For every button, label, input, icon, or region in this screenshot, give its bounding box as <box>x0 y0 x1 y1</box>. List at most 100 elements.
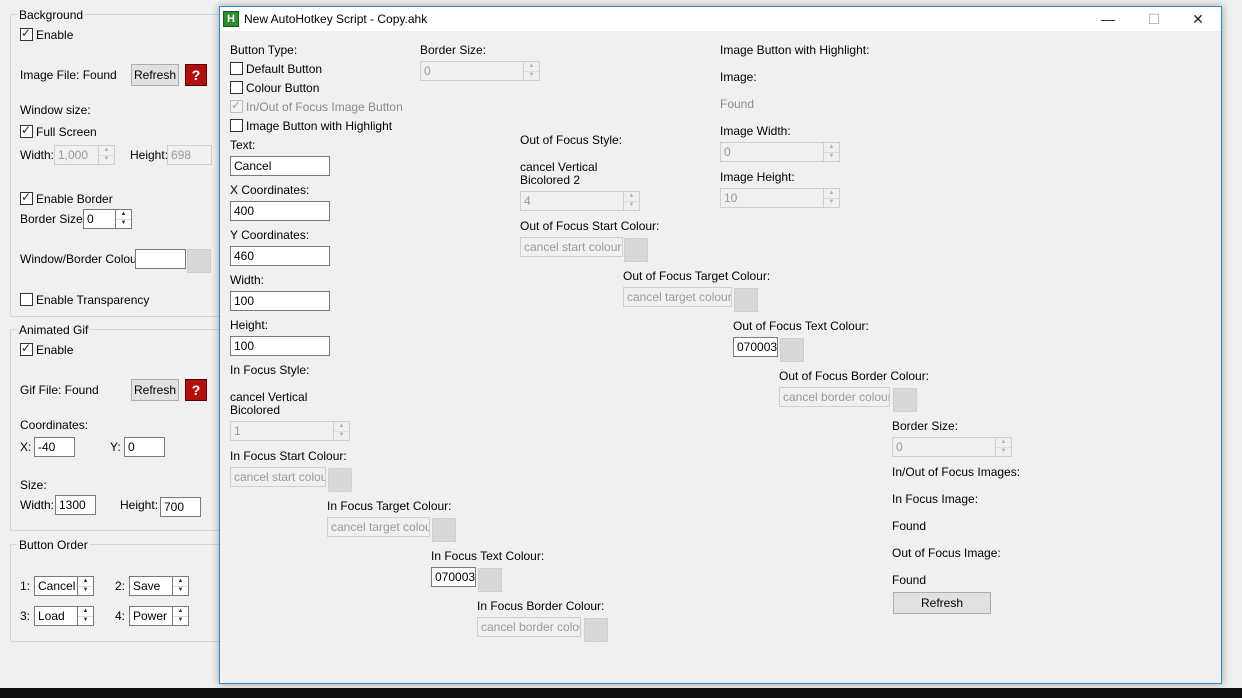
default-button-label: Default Button <box>246 62 323 76</box>
order-3-input[interactable]: Load <box>34 606 79 626</box>
gif-y-input[interactable]: 0 <box>124 437 165 457</box>
gif-width-input[interactable]: 1300 <box>55 495 96 515</box>
bg-border-size-label: Border Size: <box>20 212 87 226</box>
out-focus-style-label: Out of Focus Style: <box>520 133 623 147</box>
bg-width-label: Width: <box>20 148 55 162</box>
out-focus-start-colour-swatch[interactable] <box>624 238 648 262</box>
in-focus-style-spinner[interactable]: ▲ ▼ <box>333 421 350 441</box>
in-focus-start-colour-input[interactable]: cancel start colour <box>230 467 326 487</box>
bg-width-spinner[interactable]: ▲ ▼ <box>98 145 115 165</box>
inout-images-label: In/Out of Focus Images: <box>892 465 1021 479</box>
order-1-input[interactable]: Cancel <box>34 576 79 596</box>
bg-border-size-input[interactable]: 0 <box>83 209 116 229</box>
script-window: H New AutoHotkey Script - Copy.ahk — ☐ ✕… <box>219 6 1222 684</box>
out-focus-text-colour-swatch[interactable] <box>780 338 804 362</box>
order-2-spinner[interactable]: ▲ ▼ <box>172 576 189 596</box>
inout-image-button-checkbox[interactable] <box>230 98 243 113</box>
gif-coordinates-label: Coordinates: <box>20 418 89 432</box>
out-focus-target-colour-input[interactable]: cancel target colour2 <box>623 287 732 307</box>
ibh-title: Image Button with Highlight: <box>720 43 870 57</box>
border-size-input[interactable]: 0 <box>420 61 524 81</box>
inout-image-button-label: In/Out of Focus Image Button <box>246 100 403 114</box>
in-focus-style-value-1: cancel Vertical <box>230 390 308 404</box>
bg-border-size-spinner[interactable]: ▲ ▼ <box>115 209 132 229</box>
out-focus-style-spinner[interactable]: ▲ ▼ <box>623 191 640 211</box>
default-button-checkbox[interactable] <box>230 62 243 75</box>
in-focus-text-colour-label: In Focus Text Colour: <box>431 549 545 563</box>
enable-transparency-label: Enable Transparency <box>36 293 150 307</box>
y-coordinates-input[interactable]: 460 <box>230 246 330 266</box>
text-input[interactable]: Cancel <box>230 156 330 176</box>
bg-refresh-button[interactable]: Refresh <box>131 64 179 86</box>
order-1-spinner[interactable]: ▲ ▼ <box>77 576 94 596</box>
window-size-label: Window size: <box>20 103 91 117</box>
window-border-colour-swatch[interactable] <box>187 249 211 273</box>
enable-border-label: Enable Border <box>36 192 113 206</box>
in-focus-style-input[interactable]: 1 <box>230 421 334 441</box>
out-focus-style-input[interactable]: 4 <box>520 191 624 211</box>
x-coordinates-input[interactable]: 400 <box>230 201 330 221</box>
enable-border-checkbox[interactable] <box>20 190 33 205</box>
in-focus-text-colour-swatch[interactable] <box>478 568 502 592</box>
image-width-spinner[interactable]: ▲ ▼ <box>823 142 840 162</box>
gif-enable-checkbox[interactable] <box>20 341 33 356</box>
border-size-spinner[interactable]: ▲ ▼ <box>523 61 540 81</box>
image-height-spinner[interactable]: ▲ ▼ <box>823 188 840 208</box>
gif-help-icon[interactable]: ? <box>185 379 207 401</box>
enable-transparency-checkbox[interactable] <box>20 293 33 306</box>
border-size-2-label: Border Size: <box>892 419 959 433</box>
height-input[interactable]: 100 <box>230 336 330 356</box>
width-input[interactable]: 100 <box>230 291 330 311</box>
autohotkey-icon: H <box>223 11 239 27</box>
maximize-button[interactable]: ☐ <box>1131 7 1177 31</box>
image-label: Image: <box>720 70 757 84</box>
gif-height-input[interactable]: 700 <box>160 497 201 517</box>
image-button-highlight-checkbox[interactable] <box>230 119 243 132</box>
full-screen-checkbox[interactable] <box>20 123 33 138</box>
order-4-spinner[interactable]: ▲ ▼ <box>172 606 189 626</box>
help-icon[interactable]: ? <box>185 64 207 86</box>
out-focus-border-colour-input[interactable]: cancel border colour2 <box>779 387 890 407</box>
image-height-input[interactable]: 10 <box>720 188 824 208</box>
in-focus-border-colour-input[interactable]: cancel border colour <box>477 617 581 637</box>
in-focus-target-colour-label: In Focus Target Colour: <box>327 499 452 513</box>
out-focus-target-colour-label: Out of Focus Target Colour: <box>623 269 771 283</box>
gif-x-input[interactable]: -40 <box>34 437 75 457</box>
images-refresh-button[interactable]: Refresh <box>893 592 991 614</box>
order-2-input[interactable]: Save <box>129 576 174 596</box>
in-focus-target-colour-input[interactable]: cancel target colour <box>327 517 430 537</box>
in-focus-target-colour-swatch[interactable] <box>432 518 456 542</box>
in-focus-border-colour-label: In Focus Border Colour: <box>477 599 605 613</box>
image-width-input[interactable]: 0 <box>720 142 824 162</box>
close-button[interactable]: ✕ <box>1175 7 1221 31</box>
gif-height-label: Height: <box>120 498 159 512</box>
out-focus-border-colour-label: Out of Focus Border Colour: <box>779 369 930 383</box>
out-focus-image-label: Out of Focus Image: <box>892 546 1001 560</box>
out-focus-start-colour-input[interactable]: cancel start colour2 <box>520 237 623 257</box>
border-size-2-input[interactable]: 0 <box>892 437 996 457</box>
in-focus-start-colour-swatch[interactable] <box>328 468 352 492</box>
minimize-button[interactable]: — <box>1085 7 1131 31</box>
colour-button-checkbox[interactable] <box>230 81 243 94</box>
out-focus-text-colour-input[interactable]: 070003 <box>733 337 778 357</box>
in-focus-style-label: In Focus Style: <box>230 363 310 377</box>
gif-refresh-button[interactable]: Refresh <box>131 379 179 401</box>
order-4-input[interactable]: Power <box>129 606 174 626</box>
out-focus-target-colour-swatch[interactable] <box>734 288 758 312</box>
out-focus-border-colour-swatch[interactable] <box>893 388 917 412</box>
title-bar[interactable]: H New AutoHotkey Script - Copy.ahk — ☐ ✕ <box>220 7 1221 31</box>
in-focus-text-colour-input[interactable]: 070003 <box>431 567 476 587</box>
bg-height-input[interactable]: 698 <box>167 145 212 165</box>
in-focus-border-colour-swatch[interactable] <box>584 618 608 642</box>
order-3-spinner[interactable]: ▲ ▼ <box>77 606 94 626</box>
in-focus-image-label: In Focus Image: <box>892 492 979 506</box>
bg-enable-checkbox[interactable] <box>20 26 33 41</box>
bg-width-input[interactable]: 1,000 <box>54 145 99 165</box>
in-focus-style-value-2: Bicolored <box>230 403 281 417</box>
button-order-group-title: Button Order <box>17 538 90 552</box>
window-border-colour-input[interactable] <box>135 249 186 269</box>
border-size-2-spinner[interactable]: ▲ ▼ <box>995 437 1012 457</box>
gif-enable-label: Enable <box>36 343 74 357</box>
out-focus-text-colour-label: Out of Focus Text Colour: <box>733 319 869 333</box>
order-4-label: 4: <box>115 609 126 623</box>
